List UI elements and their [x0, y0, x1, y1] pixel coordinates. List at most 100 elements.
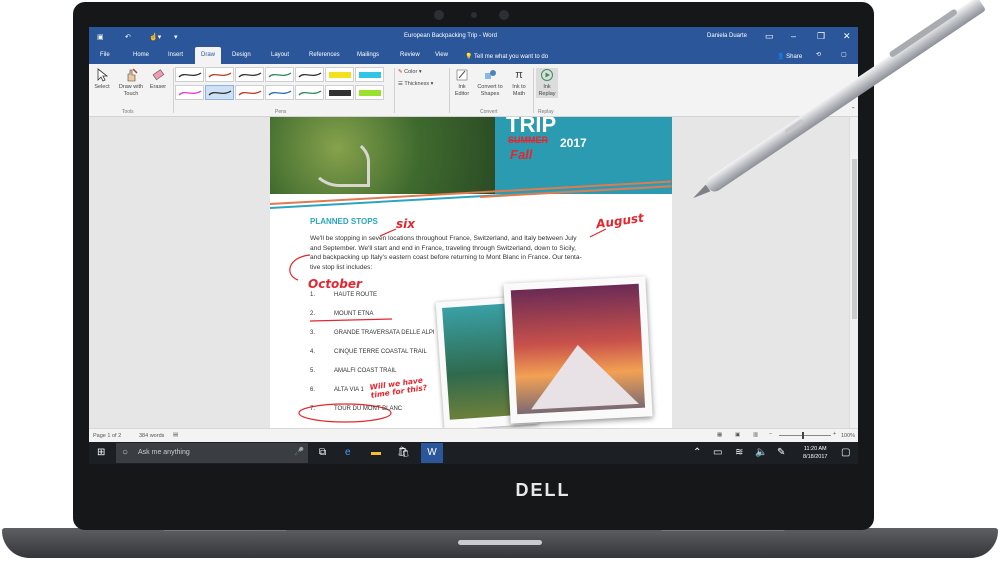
pen-swatch[interactable]: [175, 67, 204, 82]
clock[interactable]: 11:20 AM 8/18/2017: [803, 445, 827, 461]
volume-icon[interactable]: 🔈: [755, 447, 767, 458]
pen-swatch[interactable]: [235, 67, 264, 82]
screen: ▣ ↶ ☝▾ ▾ European Backpacking Trip - Wor…: [89, 27, 858, 464]
ink-replay-button[interactable]: Ink Replay: [536, 68, 558, 98]
pen-stroke-icon: [178, 90, 202, 96]
touch-mode-icon[interactable]: ☝▾: [149, 33, 161, 41]
comment-icon[interactable]: ▢: [841, 51, 847, 58]
action-center-icon[interactable]: ▢: [841, 447, 850, 458]
pen-stroke-icon: [268, 90, 292, 96]
cortana-search[interactable]: ○ Ask me anything 🎤: [116, 443, 308, 463]
thickness-dropdown[interactable]: ☰ Thickness ▾: [398, 81, 446, 88]
tab-design[interactable]: Design: [232, 52, 251, 58]
zoom-slider[interactable]: [779, 435, 831, 436]
draw-with-touch-button[interactable]: Draw with Touch: [115, 68, 147, 98]
save-icon[interactable]: ▣: [97, 33, 104, 41]
convert-to-shapes-label: Convert to Shapes: [477, 84, 503, 97]
ribbon-display-icon[interactable]: ▭: [765, 31, 774, 42]
tab-insert[interactable]: Insert: [168, 52, 183, 58]
tell-me-box[interactable]: 💡 Tell me what you want to do: [465, 53, 548, 60]
show-hidden-icons[interactable]: ⌃: [693, 447, 701, 458]
print-layout-icon[interactable]: ▣: [735, 432, 740, 438]
draw-with-touch-label: Draw with Touch: [118, 84, 144, 97]
base-notch: [458, 540, 542, 545]
undo-icon[interactable]: ↶: [125, 33, 131, 41]
document-page[interactable]: TRIP SUMMER 2017 Fall PLANNED STOPS We'l…: [270, 117, 672, 428]
tab-file[interactable]: File: [100, 52, 110, 58]
tab-draw[interactable]: Draw: [195, 47, 222, 64]
pen-swatch[interactable]: [295, 85, 324, 100]
select-label: Select: [94, 84, 110, 90]
color-dropdown[interactable]: ✎ Color ▾: [398, 69, 440, 76]
read-mode-icon[interactable]: ▦: [717, 432, 722, 438]
task-view-icon[interactable]: ⧉: [319, 447, 326, 458]
battery-icon[interactable]: ▭: [713, 447, 722, 458]
history-icon[interactable]: ⟲: [816, 51, 821, 58]
customize-toolbar-icon[interactable]: ▾: [174, 33, 178, 41]
clock-date: 8/18/2017: [803, 454, 828, 460]
pen-swatch[interactable]: [235, 85, 264, 100]
ink-replay-label: Ink Replay: [538, 84, 556, 97]
eraser-button[interactable]: Eraser: [147, 68, 169, 91]
shapes-icon: [485, 70, 496, 79]
pen-swatch[interactable]: [295, 67, 324, 82]
edge-icon[interactable]: e: [345, 447, 351, 458]
pen-swatch[interactable]: [325, 85, 354, 100]
convert-to-shapes-button[interactable]: Convert to Shapes: [475, 68, 505, 98]
word-count[interactable]: 384 words: [139, 433, 164, 439]
web-layout-icon[interactable]: ▥: [753, 432, 758, 438]
file-explorer-icon[interactable]: ▬: [371, 447, 381, 458]
pen-swatch[interactable]: [325, 67, 354, 82]
mountain-image: [510, 283, 646, 415]
tab-mailings[interactable]: Mailings: [357, 52, 379, 58]
collapse-ribbon-icon[interactable]: ⌃: [851, 107, 856, 114]
stylus-clip: [888, 8, 959, 59]
microphone-icon[interactable]: 🎤: [294, 447, 304, 456]
list-item-name: ALTA VIA 1: [334, 387, 364, 393]
highlighter-icon: [359, 90, 381, 96]
replay-group-label: Replay: [538, 109, 554, 115]
pen-swatch[interactable]: [205, 67, 234, 82]
wifi-icon[interactable]: ≋: [735, 447, 743, 458]
page-count[interactable]: Page 1 of 2: [93, 433, 121, 439]
pen-stroke-icon: [208, 72, 232, 78]
vertical-scrollbar[interactable]: [849, 117, 858, 428]
list-item-name: MOUNT ETNA: [334, 311, 374, 317]
pen-swatch[interactable]: [265, 67, 294, 82]
pen-workspace-icon[interactable]: ✎: [777, 447, 785, 458]
tab-view[interactable]: View: [435, 52, 448, 58]
tab-home[interactable]: Home: [133, 52, 149, 58]
eraser-icon: [152, 69, 165, 81]
list-item-name: CINQUE TERRE COASTAL TRAIL: [334, 349, 427, 355]
tab-references[interactable]: References: [309, 52, 340, 58]
tab-layout[interactable]: Layout: [271, 52, 289, 58]
scroll-thumb[interactable]: [852, 159, 857, 319]
minimize-icon[interactable]: –: [791, 31, 796, 41]
windows-start-icon[interactable]: ⊞: [97, 447, 105, 458]
mountain-peak: [527, 341, 639, 410]
pen-swatch[interactable]: [265, 85, 294, 100]
user-name[interactable]: Daniela Duarte: [707, 33, 747, 39]
pen-swatch[interactable]: [205, 85, 234, 100]
word-taskbar-icon[interactable]: W: [421, 443, 443, 463]
proofing-icon[interactable]: ▤: [173, 432, 178, 438]
zoom-in-icon[interactable]: +: [833, 431, 836, 437]
tell-me-text: Tell me what you want to do: [474, 54, 549, 60]
close-icon[interactable]: ✕: [843, 31, 851, 42]
select-button[interactable]: Select: [92, 68, 112, 91]
zoom-out-icon[interactable]: −: [769, 431, 772, 437]
clock-time: 11:20 AM: [803, 446, 827, 452]
zoom-thumb[interactable]: [802, 432, 804, 439]
pen-swatch[interactable]: [355, 85, 384, 100]
camera-sensor-right: [499, 10, 509, 20]
restore-icon[interactable]: ❐: [817, 31, 825, 42]
pen-swatch[interactable]: [355, 67, 384, 82]
share-button[interactable]: 👤 Share: [777, 53, 802, 60]
tab-review[interactable]: Review: [400, 52, 420, 58]
ink-to-math-button[interactable]: π Ink to Math: [507, 68, 531, 98]
store-icon[interactable]: 🛍: [397, 447, 410, 458]
pen-swatch[interactable]: [175, 85, 204, 100]
zoom-level[interactable]: 100%: [841, 433, 855, 439]
ribbon-draw: Select Draw with Touch Eraser Tools Pens…: [89, 64, 858, 117]
ink-editor-button[interactable]: Ink Editor: [451, 68, 473, 98]
